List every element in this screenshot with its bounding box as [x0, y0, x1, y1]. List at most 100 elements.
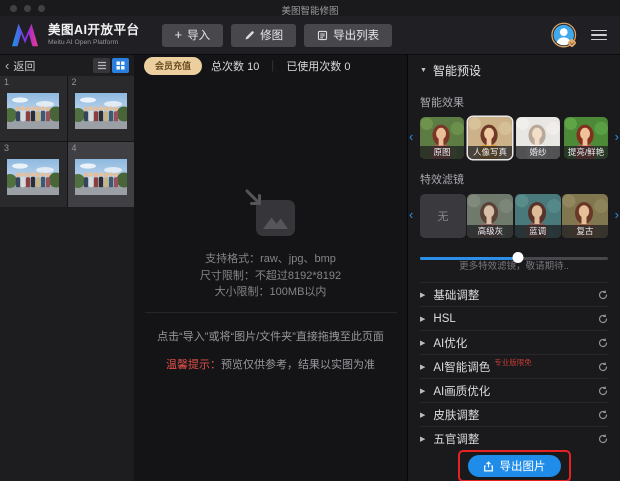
window-title: 美图智能修图: [0, 3, 620, 17]
list-view-toggle[interactable]: [93, 58, 110, 73]
effect-tile-label: 人像写真: [468, 146, 512, 159]
thumbnail-grid: 1 2 3 4: [0, 76, 134, 207]
back-chevron-icon: ‹: [5, 59, 9, 72]
toolbar-right: [551, 22, 610, 49]
reset-icon[interactable]: [598, 434, 608, 444]
section-skin-adjust[interactable]: ▶ 皮肤调整: [420, 402, 608, 426]
section-facial-features[interactable]: ▶ 五官调整: [420, 426, 608, 450]
section-ai-smart-color[interactable]: ▶ AI智能调色 专业版限免: [420, 354, 608, 378]
reset-icon[interactable]: [598, 314, 608, 324]
grid-view-toggle[interactable]: [112, 58, 129, 73]
effect-tile-label: 婚纱: [516, 146, 560, 159]
window-titlebar: 美图智能修图: [0, 0, 620, 16]
group-photo-thumbnail: [7, 93, 59, 129]
section-ai-quality[interactable]: ▶ AI画质优化: [420, 378, 608, 402]
back-button[interactable]: ‹ 返回: [5, 58, 35, 74]
chevron-left-icon[interactable]: ‹: [409, 208, 413, 221]
pro-tag: 专业版限免: [494, 357, 532, 368]
filter-strength-thumb[interactable]: [512, 252, 523, 263]
export-list-button[interactable]: 导出列表: [304, 24, 392, 47]
app-window: 美图智能修图 美图AI开放平台 Meitu AI Open Platform +…: [0, 0, 620, 481]
caret-right-icon: ▶: [420, 411, 425, 419]
warm-tip: 温馨提示：预览仅供参考，结果以实图为准: [166, 356, 375, 372]
effect-tile-label: 提亮/鲜艳: [564, 146, 608, 159]
list-view-icon: [97, 61, 107, 70]
photo-list-sidebar: ‹ 返回: [0, 55, 134, 481]
section-basic-adjust[interactable]: ▶ 基础调整: [420, 282, 608, 306]
adjustment-panel: ▼ 智能预设 智能效果 ‹ 原图 人像写真 婚纱: [407, 55, 620, 481]
filter-tile-blue-tone[interactable]: 蓝调: [515, 194, 561, 238]
size-line: 尺寸限制：不超过8192*8192: [200, 268, 341, 285]
usage-used: 已使用次数 0: [286, 58, 350, 74]
filters-label: 特效滤镜: [420, 171, 608, 187]
import-button[interactable]: + 导入: [162, 24, 224, 47]
tutorial-highlight-box: 导出图片: [458, 450, 571, 481]
retouch-button[interactable]: 修图: [231, 24, 296, 47]
group-photo-thumbnail: [75, 159, 127, 195]
warm-tip-text: 预览仅供参考，结果以实图为准: [221, 359, 375, 371]
export-image-button[interactable]: 导出图片: [468, 455, 561, 477]
filter-strength-fill: [420, 257, 518, 260]
reset-icon[interactable]: [598, 410, 608, 420]
sidebar-header: ‹ 返回: [0, 55, 134, 76]
app-toolbar: 美图AI开放平台 Meitu AI Open Platform + 导入 修图 …: [0, 16, 620, 55]
smart-preset-section-header[interactable]: ▼ 智能预设: [420, 62, 608, 79]
photo-thumbnail-3[interactable]: 3: [0, 142, 67, 207]
thumbnail-index: 1: [4, 77, 9, 87]
reset-icon[interactable]: [598, 362, 608, 372]
filesize-line: 大小限制：100MB以内: [200, 284, 341, 301]
smart-preset-title: 智能预设: [433, 62, 481, 79]
reset-icon[interactable]: [598, 290, 608, 300]
photo-thumbnail-4-selected[interactable]: 4: [68, 142, 135, 207]
caret-right-icon: ▶: [420, 291, 425, 299]
member-recharge-badge[interactable]: 会员充值: [144, 57, 202, 75]
view-toggles: [93, 58, 129, 73]
group-photo-thumbnail: [7, 159, 59, 195]
chevron-right-icon[interactable]: ›: [615, 130, 619, 143]
reset-icon[interactable]: [598, 386, 608, 396]
divider: [145, 312, 397, 313]
brand-name: 美图AI开放平台: [48, 24, 140, 38]
import-image-icon: [244, 188, 298, 242]
back-label: 返回: [13, 58, 35, 74]
meitu-logo-icon: [10, 22, 40, 48]
effect-tile-original[interactable]: 原图: [420, 117, 464, 159]
usage-counter: 总次数 10 ｜ 已使用次数 0: [211, 58, 350, 74]
filter-tile-retro[interactable]: 复古: [562, 194, 608, 238]
usage-total: 总次数 10: [211, 58, 259, 74]
export-image-label: 导出图片: [500, 458, 546, 474]
effect-tile-vivid[interactable]: 提亮/鲜艳: [564, 117, 608, 159]
filter-tile-label: 蓝调: [515, 225, 561, 238]
smart-effects-label: 智能效果: [420, 94, 608, 110]
section-hsl[interactable]: ▶ HSL: [420, 306, 608, 330]
chevron-left-icon[interactable]: ‹: [409, 130, 413, 143]
menu-icon[interactable]: [591, 30, 607, 41]
section-ai-optimize[interactable]: ▶ AI优化: [420, 330, 608, 354]
caret-right-icon: ▶: [420, 363, 425, 371]
reset-icon[interactable]: [598, 338, 608, 348]
workspace-header: 会员充值 总次数 10 ｜ 已使用次数 0: [134, 55, 407, 76]
filter-tile-advanced-gray[interactable]: 高级灰: [467, 194, 513, 238]
filter-tile-label: 复古: [562, 225, 608, 238]
adjustment-sections: ▶ 基础调整 ▶ HSL ▶ AI优化 ▶ AI智能调色 专业版限: [420, 282, 608, 450]
effect-tile-portrait[interactable]: 人像写真: [468, 117, 512, 159]
thumbnail-index: 3: [4, 143, 9, 153]
caret-right-icon: ▶: [420, 315, 425, 323]
photo-thumbnail-2[interactable]: 2: [68, 76, 135, 141]
plus-icon: +: [175, 28, 183, 41]
photo-thumbnail-1[interactable]: 1: [0, 76, 67, 141]
main-area: ‹ 返回: [0, 55, 620, 481]
filter-tile-label: 高级灰: [467, 225, 513, 238]
user-avatar[interactable]: [551, 22, 578, 49]
import-dropzone[interactable]: 支持格式：raw、jpg、bmp 尺寸限制：不超过8192*8192 大小限制：…: [134, 76, 407, 481]
chevron-right-icon[interactable]: ›: [615, 208, 619, 221]
import-button-label: 导入: [187, 27, 210, 43]
effect-tile-wedding[interactable]: 婚纱: [516, 117, 560, 159]
filter-tile-none[interactable]: 无: [420, 194, 466, 238]
effect-tile-label: 原图: [420, 146, 464, 159]
upload-icon: [483, 461, 494, 472]
usage-divider: ｜: [267, 58, 278, 74]
export-area: 导出图片: [420, 450, 608, 481]
brand-subtitle: Meitu AI Open Platform: [48, 39, 140, 46]
caret-down-icon: ▼: [420, 67, 427, 74]
